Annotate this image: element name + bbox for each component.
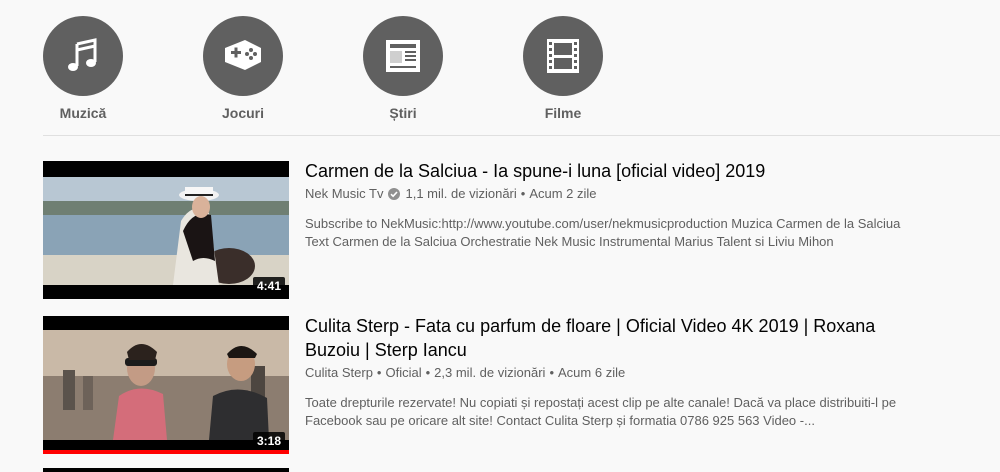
category-games-label: Jocuri <box>221 105 264 121</box>
film-strip-icon <box>547 39 579 73</box>
separator-dot: • <box>549 365 555 380</box>
upload-age: Acum 2 zile <box>529 186 597 201</box>
next-video-thumbnail-edge[interactable] <box>43 468 289 472</box>
section-divider <box>43 135 1000 136</box>
category-movies-circle <box>523 16 603 96</box>
category-movies[interactable]: Filme <box>523 16 603 122</box>
newspaper-icon <box>386 40 420 72</box>
verified-badge-icon <box>387 188 400 200</box>
view-count: 1,1 mil. de vizionări <box>405 186 517 201</box>
video-thumbnail[interactable]: 4:41 <box>43 161 289 299</box>
separator-dot: • <box>425 365 431 380</box>
video-meta: Carmen de la Salciua - Ia spune-i luna [… <box>305 161 925 251</box>
category-movies-label: Filme <box>544 105 582 121</box>
video-title[interactable]: Culita Sterp - Fata cu parfum de floare … <box>305 314 925 362</box>
category-news[interactable]: Știri <box>363 16 443 122</box>
category-games[interactable]: Jocuri <box>203 16 283 122</box>
watch-progress-bar <box>43 450 289 454</box>
video-thumbnail[interactable]: 3:18 <box>43 316 289 454</box>
video-byline: Culita Sterp • Oficial • 2,3 mil. de vizionă… <box>305 364 925 382</box>
video-meta: Culita Sterp - Fata cu parfum de floare … <box>305 316 925 430</box>
category-news-circle <box>363 16 443 96</box>
separator-dot: • <box>376 365 382 380</box>
category-music-circle <box>43 16 123 96</box>
view-count: 2,3 mil. de vizionări <box>434 365 546 380</box>
channel-name[interactable]: Nek Music Tv <box>305 186 384 201</box>
channel-name[interactable]: Culita Sterp <box>305 365 373 380</box>
separator-dot: • <box>520 186 526 201</box>
video-duration: 3:18 <box>252 432 285 450</box>
category-games-circle <box>203 16 283 96</box>
video-description: Toate drepturile rezervate! Nu copiati ș… <box>305 395 897 428</box>
category-music[interactable]: Muzică <box>43 16 123 122</box>
upload-age: Acum 6 zile <box>558 365 626 380</box>
video-title[interactable]: Carmen de la Salciua - Ia spune-i luna [… <box>305 159 925 183</box>
category-music-label: Muzică <box>59 105 107 121</box>
official-tag: Oficial <box>385 365 422 380</box>
music-note-icon <box>68 38 97 71</box>
gamepad-icon <box>225 40 261 70</box>
category-news-label: Știri <box>389 105 417 121</box>
video-description: Subscribe to NekMusic:http://www.youtube… <box>305 216 901 249</box>
video-duration: 4:41 <box>252 277 285 295</box>
explore-page: Muzică Jocuri Știri Filme 4:41 Carmen de… <box>0 0 1000 472</box>
video-byline: Nek Music Tv 1,1 mil. de vizionări • Acum … <box>305 185 925 203</box>
